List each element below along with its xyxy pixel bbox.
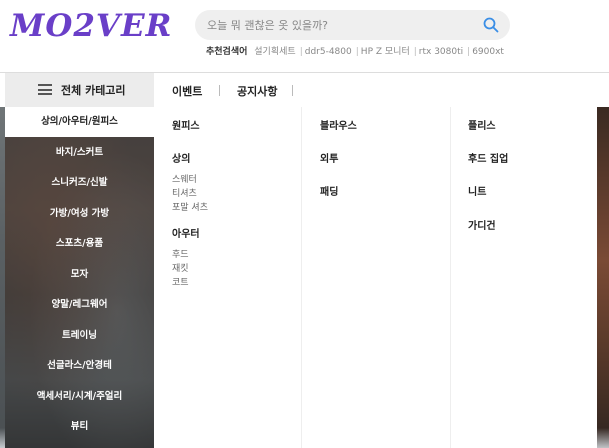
menu-link-dress[interactable]: 원피스 [172,117,200,132]
menu-link-cardigan[interactable]: 가디건 [468,217,496,232]
menu-link-fleece[interactable]: 플리스 [468,117,496,132]
keyword-link[interactable]: 설기획세트 [254,47,295,57]
main-nav: 전체 카테고리 이벤트 공지사항 [0,72,609,107]
sidebar-item-accessories[interactable]: 액세서리/시계/주얼리 [5,382,154,412]
nav-separator [292,85,293,96]
nav-link-notice[interactable]: 공지사항 [237,83,277,99]
search-icon[interactable] [482,16,500,34]
sidebar-item-training[interactable]: 트레이닝 [5,321,154,351]
category-sidebar: 상의/아우터/원피스 바지/스커트 스니커즈/신발 가방/여성 가방 스포츠/용… [5,107,154,448]
sidebar-item-sports[interactable]: 스포츠/용품 [5,229,154,259]
nav-link-events[interactable]: 이벤트 [172,83,202,99]
nav-separator [219,85,220,96]
sidebar-item-bags[interactable]: 가방/여성 가방 [5,199,154,229]
menu-link-padding[interactable]: 패딩 [320,183,338,198]
search-input[interactable]: 오늘 뭐 괜찮은 옷 있을까? [207,17,328,33]
sidebar-item-pants-skirt[interactable]: 바지/스커트 [5,138,154,168]
menu-link-tops[interactable]: 상의 [172,150,190,165]
search-bar[interactable]: 오늘 뭐 괜찮은 옷 있을까? [195,10,510,40]
sidebar-item-beauty[interactable]: 뷰티 [5,412,154,442]
sidebar-item-sunglasses[interactable]: 선글라스/안경테 [5,351,154,381]
all-categories-button[interactable]: 전체 카테고리 [5,73,154,107]
category-mega-menu: 원피스 상의 스웨터 티셔츠 포말 셔츠 아우터 후드 재킷 코트 블라우스 외… [154,107,597,448]
column-divider [450,107,451,448]
menu-sublink-tshirt[interactable]: 티셔츠 [172,186,197,199]
menu-sublink-sweater[interactable]: 스웨터 [172,172,197,185]
site-logo[interactable]: MO2VER [10,8,172,44]
all-categories-label: 전체 카테고리 [61,84,126,97]
keyword-link[interactable]: 6900xt [472,47,504,57]
keywords-label: 추천검색어 [206,47,248,57]
menu-link-blouse[interactable]: 블라우스 [320,117,357,132]
keyword-separator: | [413,47,417,57]
keyword-separator: | [355,47,359,57]
menu-link-knit[interactable]: 니트 [468,183,486,198]
sidebar-item-socks-legwear[interactable]: 양말/레그웨어 [5,290,154,320]
menu-link-hood-zipup[interactable]: 후드 집업 [468,150,508,165]
keyword-separator: | [299,47,303,57]
menu-sublink-coat[interactable]: 코트 [172,275,189,288]
keyword-link[interactable]: HP Z 모니터 [361,47,410,57]
keyword-link[interactable]: ddr5-4800 [305,47,352,57]
hamburger-menu-icon [38,84,52,95]
menu-sublink-formal-shirt[interactable]: 포말 셔츠 [172,200,208,213]
column-divider [301,107,302,448]
sidebar-item-hats[interactable]: 모자 [5,260,154,290]
sidebar-item-sneakers-shoes[interactable]: 스니커즈/신발 [5,168,154,198]
recommended-keywords: 추천검색어 설기획세트 | ddr5-4800 | HP Z 모니터 | rtx 3080t… [206,44,506,57]
keyword-link[interactable]: rtx 3080ti [419,47,463,57]
menu-sublink-jacket[interactable]: 재킷 [172,261,189,274]
menu-link-outer[interactable]: 아우터 [172,225,200,240]
header: MO2VER 오늘 뭐 괜찮은 옷 있을까? 추천검색어 설기획세트 | ddr5-… [0,0,609,72]
sidebar-item-tops-outer-dress[interactable]: 상의/아우터/원피스 [5,107,154,137]
menu-link-outerwear[interactable]: 외투 [320,150,338,165]
keyword-separator: | [467,47,471,57]
menu-sublink-hood[interactable]: 후드 [172,247,189,260]
